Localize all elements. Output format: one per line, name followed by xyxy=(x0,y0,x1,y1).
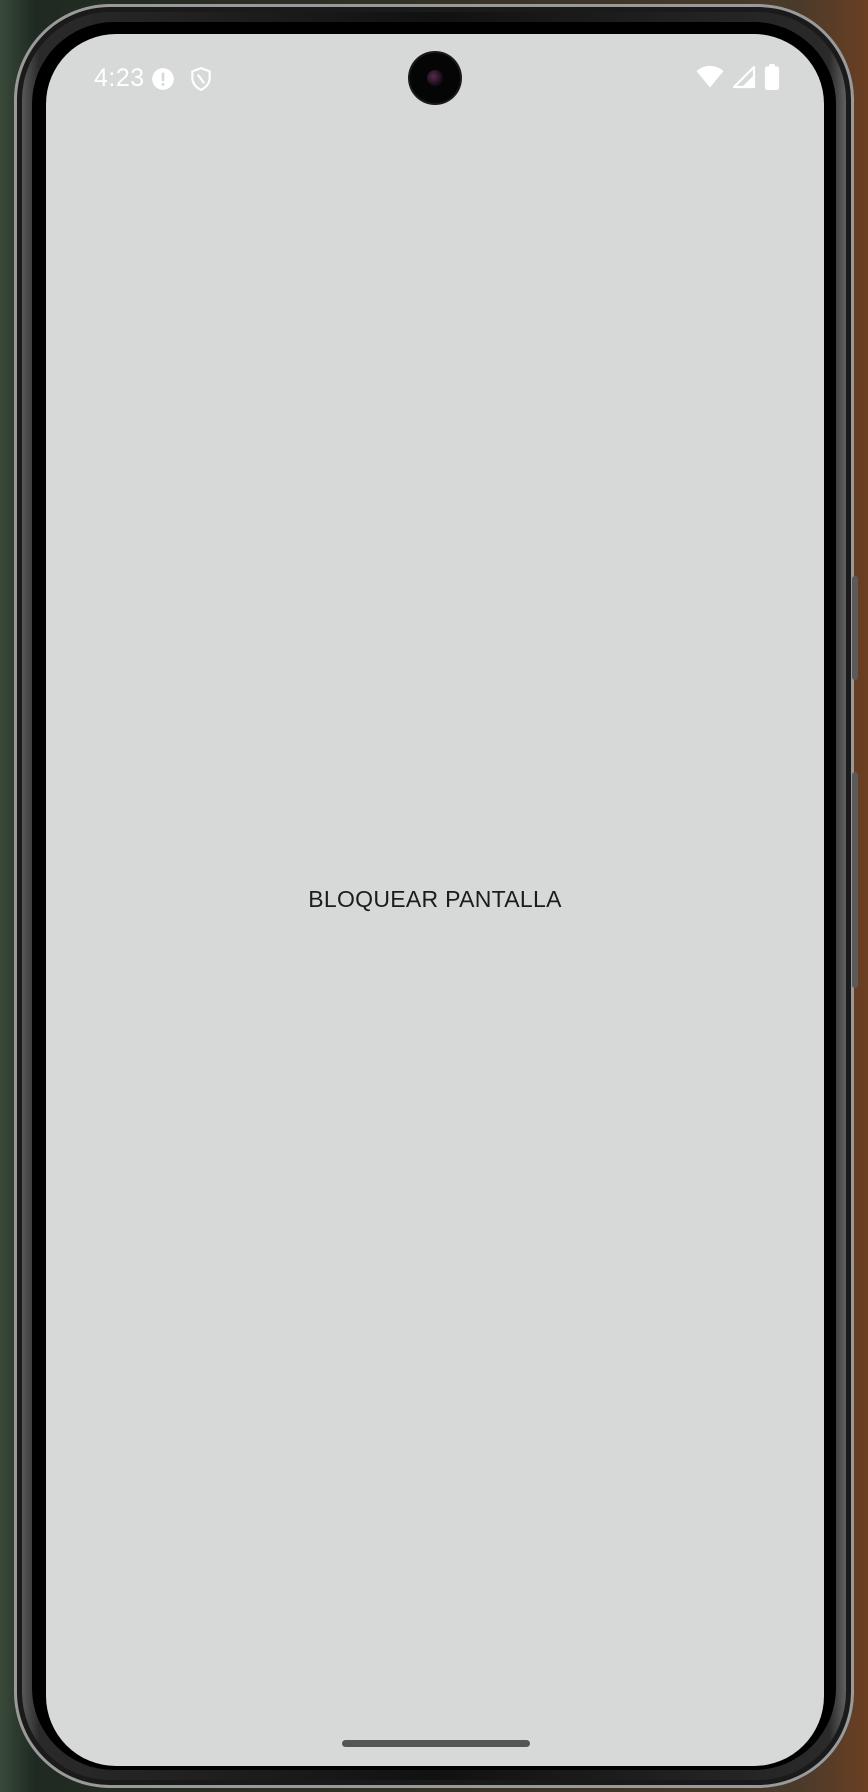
gesture-nav-handle[interactable] xyxy=(342,1740,530,1747)
status-right-icons xyxy=(696,63,780,95)
status-bar: 4:23 xyxy=(46,34,824,126)
wifi-icon xyxy=(696,65,724,94)
lock-screen-label[interactable]: BLOQUEAR PANTALLA xyxy=(46,886,824,913)
front-camera xyxy=(410,53,460,103)
alert-circle-icon xyxy=(150,66,176,92)
cell-signal-icon xyxy=(732,65,756,94)
device-screen: 4:23 BLOQUEAR PANTALLA xyxy=(46,34,824,1766)
power-button xyxy=(852,772,858,988)
volume-button xyxy=(852,576,858,680)
battery-icon xyxy=(764,63,780,95)
status-time: 4:23 xyxy=(94,64,145,92)
camera-lens xyxy=(427,70,443,86)
shield-icon xyxy=(188,66,214,92)
